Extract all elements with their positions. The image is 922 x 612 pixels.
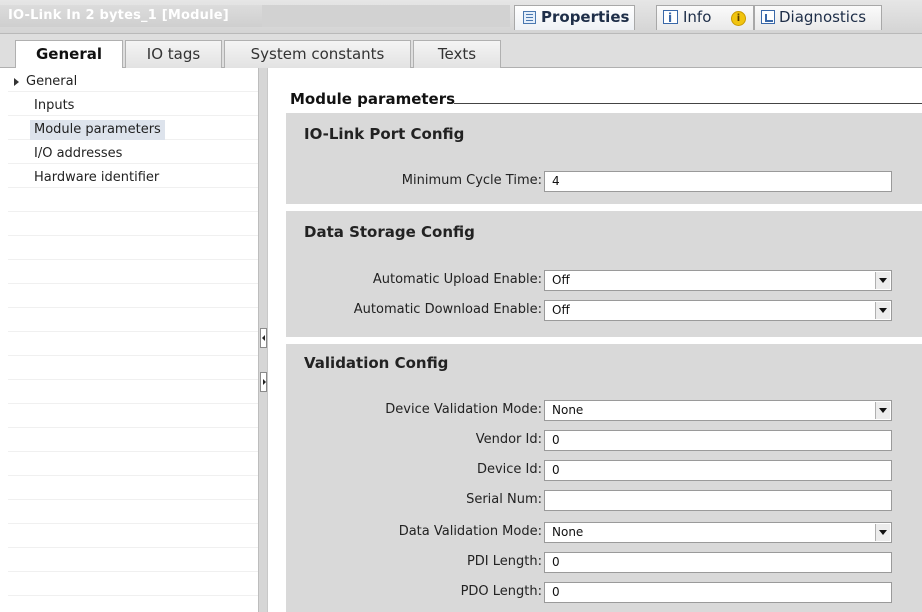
device-id-field[interactable]: 0 bbox=[544, 460, 892, 481]
collapse-left-icon[interactable] bbox=[260, 328, 267, 348]
nav-item-io-addresses[interactable]: I/O addresses bbox=[34, 144, 122, 164]
min-cycle-field[interactable]: 4 bbox=[544, 171, 892, 192]
data-validation-value: None bbox=[552, 525, 584, 539]
chevron-down-icon[interactable] bbox=[875, 302, 890, 319]
expand-arrow-icon[interactable] bbox=[14, 78, 19, 86]
nav-item-hardware-identifier[interactable]: Hardware identifier bbox=[34, 168, 159, 188]
info-label: Info bbox=[683, 8, 712, 26]
validation-title: Validation Config bbox=[304, 354, 449, 372]
pdo-length-field[interactable]: 0 bbox=[544, 582, 892, 603]
left-nav: General Inputs Module parameters I/O add… bbox=[8, 68, 258, 612]
section-divider bbox=[454, 103, 922, 104]
tab-general[interactable]: General bbox=[15, 40, 123, 69]
serial-num-field[interactable] bbox=[544, 490, 892, 511]
vendor-id-label: Vendor Id: bbox=[475, 432, 542, 447]
window-title: IO-Link In 2 bytes_1 [Module] bbox=[0, 5, 262, 27]
properties-icon bbox=[523, 11, 536, 24]
pdi-length-field[interactable]: 0 bbox=[544, 552, 892, 573]
auto-download-label: Automatic Download Enable: bbox=[353, 302, 542, 317]
device-validation-label: Device Validation Mode: bbox=[385, 402, 542, 417]
tab-bar: General IO tags System constants Texts bbox=[0, 34, 922, 69]
device-validation-dropdown[interactable]: None bbox=[544, 400, 892, 421]
min-cycle-label: Minimum Cycle Time: bbox=[401, 173, 542, 188]
diagnostics-icon bbox=[761, 10, 775, 24]
auto-download-value: Off bbox=[552, 303, 570, 317]
tab-io-tags[interactable]: IO tags bbox=[125, 40, 222, 68]
chevron-down-icon[interactable] bbox=[875, 524, 890, 541]
expand-right-icon[interactable] bbox=[260, 372, 267, 392]
data-storage-title: Data Storage Config bbox=[304, 223, 475, 241]
section-title: Module parameters bbox=[290, 90, 456, 108]
serial-num-label: Serial Num: bbox=[466, 492, 542, 507]
device-id-label: Device Id: bbox=[476, 462, 542, 477]
diagnostics-label: Diagnostics bbox=[779, 8, 867, 26]
tab-system-constants[interactable]: System constants bbox=[224, 40, 411, 68]
data-validation-dropdown[interactable]: None bbox=[544, 522, 892, 543]
chevron-down-icon[interactable] bbox=[875, 402, 890, 419]
main-panel: Module parameters IO-Link Port Config Mi… bbox=[268, 68, 922, 612]
tab-texts[interactable]: Texts bbox=[413, 40, 501, 68]
auto-upload-label: Automatic Upload Enable: bbox=[372, 272, 542, 287]
nav-item-inputs[interactable]: Inputs bbox=[34, 96, 74, 116]
auto-download-dropdown[interactable]: Off bbox=[544, 300, 892, 321]
info-badge-icon: i bbox=[731, 11, 746, 26]
auto-upload-dropdown[interactable]: Off bbox=[544, 270, 892, 291]
data-validation-label: Data Validation Mode: bbox=[398, 524, 542, 539]
info-button[interactable]: Info i bbox=[656, 5, 754, 30]
nav-item-general[interactable]: General bbox=[26, 72, 77, 92]
chevron-down-icon[interactable] bbox=[875, 272, 890, 289]
port-config-title: IO-Link Port Config bbox=[304, 125, 465, 143]
nav-item-module-parameters[interactable]: Module parameters bbox=[30, 120, 165, 140]
title-bar: IO-Link In 2 bytes_1 [Module] Properties… bbox=[0, 0, 922, 34]
vendor-id-field[interactable]: 0 bbox=[544, 430, 892, 451]
info-icon bbox=[663, 7, 678, 30]
properties-label: Properties bbox=[541, 8, 630, 26]
diagnostics-button[interactable]: Diagnostics bbox=[754, 5, 882, 30]
auto-upload-value: Off bbox=[552, 273, 570, 287]
data-storage-group: Data Storage Config Automatic Upload Ena… bbox=[286, 211, 922, 337]
title-bar-fill bbox=[262, 5, 510, 27]
pdi-length-label: PDI Length: bbox=[466, 554, 542, 569]
validation-group: Validation Config Device Validation Mode… bbox=[286, 344, 922, 612]
properties-button[interactable]: Properties bbox=[514, 5, 635, 30]
device-validation-value: None bbox=[552, 403, 584, 417]
port-config-group: IO-Link Port Config Minimum Cycle Time: … bbox=[286, 113, 922, 204]
pdo-length-label: PDO Length: bbox=[460, 584, 542, 599]
